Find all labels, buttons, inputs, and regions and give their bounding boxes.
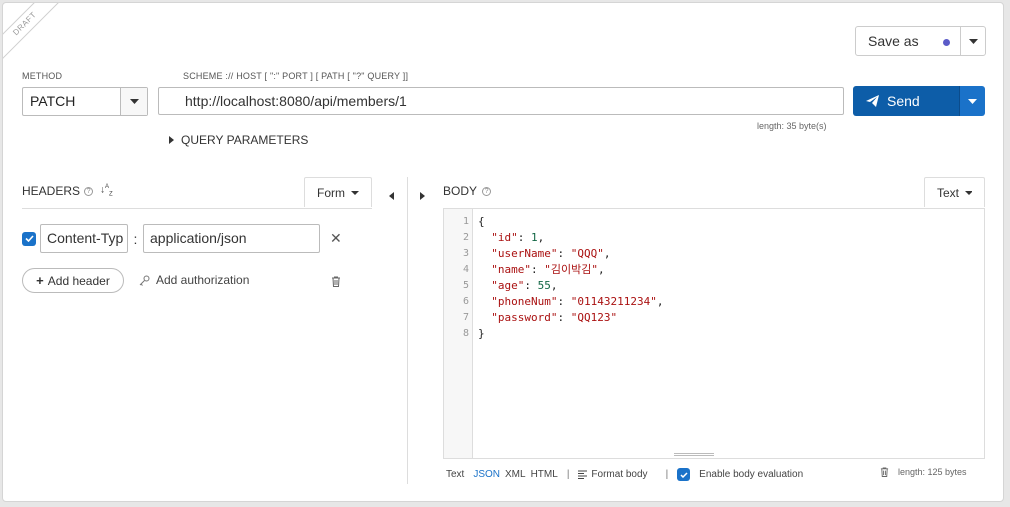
- headers-label: HEADERS: [22, 184, 81, 198]
- enable-eval-checkbox[interactable]: [677, 468, 691, 481]
- caret-down-icon: [965, 190, 972, 195]
- header-value-input[interactable]: application/json: [143, 224, 320, 253]
- send-button[interactable]: Send: [853, 86, 985, 116]
- format-json[interactable]: JSON: [473, 469, 500, 480]
- format-html[interactable]: HTML: [531, 469, 558, 480]
- code-line: "age": 55,: [491, 279, 558, 292]
- code-area[interactable]: { "id": 1, "userName": "QQQ", "name": "김…: [473, 209, 984, 458]
- trash-icon[interactable]: [880, 467, 889, 477]
- collapse-left-icon[interactable]: [389, 187, 394, 205]
- code-line: "password": "QQ123": [491, 311, 618, 324]
- sort-icon[interactable]: ↓AZ: [100, 184, 113, 197]
- body-footer: Text JSON XML HTML | Format body | Enabl…: [446, 468, 821, 481]
- header-key-input[interactable]: Content-Typ: [40, 224, 128, 253]
- send-icon: [866, 95, 879, 107]
- add-authorization-link[interactable]: Add authorization: [139, 273, 249, 287]
- send-label: Send: [887, 93, 920, 109]
- save-as-caret-icon[interactable]: [961, 27, 985, 55]
- align-left-icon: [578, 470, 588, 479]
- method-caret-icon[interactable]: [121, 88, 147, 115]
- caret-right-icon: [169, 136, 174, 144]
- draft-ribbon: DRAFT: [3, 3, 67, 66]
- body-mode-label: Text: [937, 185, 960, 200]
- unsaved-dot-icon: [943, 39, 950, 46]
- headers-divider: [22, 208, 372, 209]
- save-as-label: Save as: [868, 33, 919, 49]
- panel-splitter[interactable]: [407, 177, 408, 484]
- help-icon[interactable]: ?: [84, 186, 94, 196]
- key-icon: [139, 275, 150, 286]
- headers-mode-label: Form: [317, 185, 345, 200]
- code-line: "id": 1,: [491, 231, 545, 244]
- body-mode-dropdown[interactable]: Text: [924, 177, 985, 207]
- request-panel: DRAFT Save as METHOD SCHEME :// HOST [ "…: [2, 2, 1004, 502]
- body-editor[interactable]: 1 2 3 4 5 6 7 8 { "id": 1, "userName": "…: [443, 208, 985, 459]
- url-input[interactable]: http://localhost:8080/api/members/1: [158, 87, 844, 115]
- query-parameters-toggle[interactable]: QUERY PARAMETERS: [169, 133, 308, 147]
- method-label: METHOD: [22, 71, 63, 81]
- header-enabled-checkbox[interactable]: [22, 231, 36, 246]
- caret-down-icon: [351, 190, 359, 195]
- headers-title: HEADERS ? ↓AZ: [22, 184, 113, 198]
- url-length: length: 35 byte(s): [757, 121, 827, 131]
- method-value: PATCH: [23, 88, 121, 115]
- format-xml[interactable]: XML: [505, 469, 526, 480]
- code-line: "phoneNum": "01143211234",: [491, 295, 664, 308]
- save-as-button[interactable]: Save as: [855, 26, 986, 56]
- collapse-right-icon[interactable]: [420, 187, 425, 205]
- plus-icon: +: [36, 273, 44, 288]
- enable-eval-toggle[interactable]: Enable body evaluation: [677, 468, 812, 481]
- line-number-gutter: 1 2 3 4 5 6 7 8: [444, 209, 473, 458]
- body-label: BODY: [443, 184, 478, 198]
- editor-resize-handle[interactable]: [674, 453, 714, 456]
- body-length: length: 125 bytes: [880, 467, 967, 477]
- add-header-label: Add header: [47, 273, 110, 288]
- code-line: "userName": "QQQ",: [491, 247, 611, 260]
- add-header-button[interactable]: + Add header: [22, 268, 124, 293]
- url-format-label: SCHEME :// HOST [ ":" PORT ] [ PATH [ "?…: [183, 71, 409, 81]
- add-authorization-label: Add authorization: [156, 273, 250, 287]
- header-row: Content-Typ : application/json ✕: [22, 224, 342, 253]
- delete-all-headers-icon[interactable]: [331, 274, 341, 292]
- format-body-button[interactable]: Format body: [578, 469, 656, 480]
- headers-mode-dropdown[interactable]: Form: [304, 177, 372, 207]
- query-parameters-label: QUERY PARAMETERS: [181, 133, 309, 147]
- remove-header-icon[interactable]: ✕: [330, 230, 342, 247]
- method-select[interactable]: PATCH: [22, 87, 148, 116]
- help-icon[interactable]: ?: [482, 186, 492, 196]
- send-caret-icon[interactable]: [959, 86, 985, 116]
- body-title: BODY ?: [443, 184, 492, 198]
- format-text[interactable]: Text: [446, 469, 464, 480]
- code-line: "name": "김이박김",: [491, 263, 605, 276]
